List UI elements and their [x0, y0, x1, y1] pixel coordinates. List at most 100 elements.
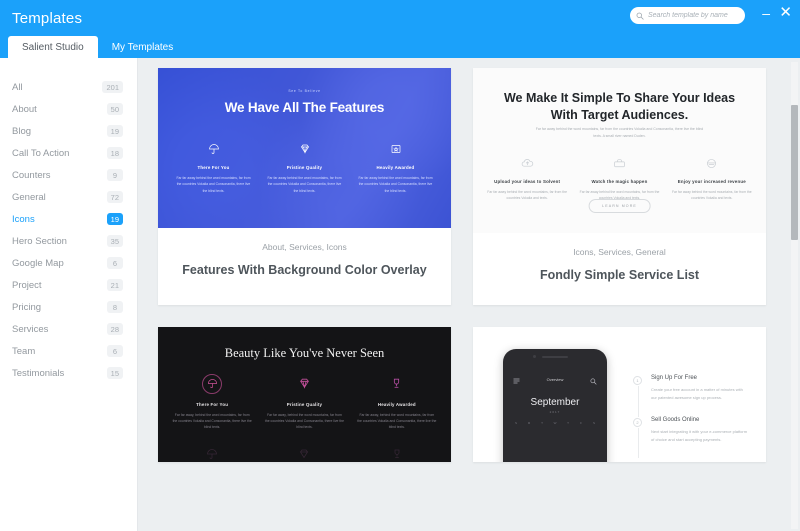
- sidebar-item-google-map[interactable]: Google Map 6: [0, 252, 137, 274]
- template-card-phone-steps[interactable]: Overview September 2017 S M T W T F S 1 …: [473, 326, 766, 462]
- sidebar-item-team[interactable]: Team 6: [0, 340, 137, 362]
- diamond-icon: [264, 373, 344, 395]
- sidebar-item-general[interactable]: General 72: [0, 186, 137, 208]
- vertical-scrollbar[interactable]: [791, 62, 798, 529]
- thumb-column-title: Enjoy your increased revenue: [677, 179, 746, 184]
- sidebar-item-label: Blog: [12, 125, 32, 137]
- sidebar-item-label: Google Map: [12, 257, 64, 269]
- sidebar-item-label: Pricing: [12, 301, 42, 313]
- tab-salient-studio[interactable]: Salient Studio: [8, 36, 98, 58]
- thumb-column-title: There For You: [197, 165, 230, 170]
- sidebar-item-pricing[interactable]: Pricing 8: [0, 296, 137, 318]
- learn-more-button[interactable]: LEARN MORE: [588, 199, 651, 213]
- diamond-icon: [264, 443, 344, 462]
- sidebar-item-count: 15: [106, 367, 123, 379]
- thumb-eyebrow: See To Believe: [288, 89, 321, 93]
- templates-window: Templates – ✕ Salient Studio My Template…: [0, 0, 800, 531]
- tab-bar: Salient Studio My Templates: [8, 36, 187, 58]
- sidebar-item-hero-section[interactable]: Hero Section 35: [0, 230, 137, 252]
- template-grid-area[interactable]: Icons See To Believe We Have All The Fea…: [138, 58, 800, 531]
- search-input[interactable]: [648, 12, 739, 19]
- thumb-column-desc: Far far away behind the word mountains, …: [358, 176, 433, 193]
- card-caption: About, Services, Icons Features With Bac…: [158, 228, 451, 300]
- diamond-icon: [265, 140, 344, 158]
- step-title: Sign Up For Free: [651, 374, 698, 381]
- template-grid: Icons See To Believe We Have All The Fea…: [138, 58, 788, 462]
- step-description: Next start integrating it with your e-co…: [651, 428, 748, 442]
- search-box[interactable]: [630, 7, 745, 24]
- sidebar-item-label: General: [12, 191, 46, 203]
- thumb-column-title: Pristine Quality: [286, 165, 323, 170]
- sidebar-item-services[interactable]: Services 28: [0, 318, 137, 340]
- sidebar-item-about[interactable]: About 50: [0, 98, 137, 120]
- template-card-features-overlay[interactable]: See To Believe We Have All The Features …: [158, 68, 451, 305]
- thumb-subheading: Far far away behind the word mountains, …: [535, 127, 704, 138]
- sidebar-item-call-to-action[interactable]: Call To Action 18: [0, 142, 137, 164]
- sidebar-item-count: 6: [107, 257, 123, 269]
- sidebar-item-label: About: [12, 103, 37, 115]
- sidebar-item-label: Hero Section: [12, 235, 67, 247]
- trophy-icon: [357, 443, 437, 462]
- step-item: 2 Sell Goods Online Next start integrati…: [633, 417, 748, 459]
- template-card-beauty[interactable]: Beauty Like You've Never Seen There For: [158, 326, 451, 462]
- close-button[interactable]: ✕: [779, 5, 792, 20]
- sidebar-item-label: Counters: [12, 169, 51, 181]
- calendar-grid: S M T W T F S: [512, 421, 598, 453]
- sidebar-item-testimonials[interactable]: Testimonials 15: [0, 362, 137, 384]
- sidebar-item-count: 19: [106, 213, 123, 225]
- phone-mockup: Overview September 2017 S M T W T F S: [503, 348, 607, 462]
- sidebar-item-count: 19: [106, 125, 123, 137]
- card-tags: Icons, Services, General: [573, 247, 666, 257]
- scrollbar-thumb[interactable]: [791, 105, 798, 240]
- calendar-weekday: F: [580, 420, 582, 425]
- template-thumbnail: Overview September 2017 S M T W T F S 1 …: [473, 326, 766, 462]
- sidebar-item-count: 18: [106, 147, 123, 159]
- thumb-column-desc: Far far away behind the word mountains, …: [267, 176, 342, 193]
- template-card-service-list[interactable]: We Make It Simple To Share Your Ideas Wi…: [473, 68, 766, 305]
- category-sidebar: All 201 About 50 Blog 19 Call To Action …: [0, 58, 138, 531]
- card-tags: About, Services, Icons: [262, 242, 347, 252]
- step-connector: [637, 385, 639, 417]
- thumb-column: Enjoy your increased revenue Far far awa…: [666, 154, 758, 202]
- sidebar-item-count: 35: [106, 235, 123, 247]
- thumb-columns: Upload your ideas to Solvent Far far awa…: [481, 154, 758, 202]
- calendar-weekday: S: [514, 420, 517, 425]
- card-caption: Icons, Services, General Fondly Simple S…: [473, 233, 766, 305]
- tab-my-templates[interactable]: My Templates: [98, 36, 188, 58]
- coin-icon: [672, 154, 752, 172]
- sidebar-item-all[interactable]: All 201: [0, 76, 137, 98]
- thumb-column-desc: Far far away behind the word mountains, …: [176, 176, 251, 193]
- step-item: 1 Sign Up For Free Create your free acco…: [633, 375, 748, 417]
- search-icon: [636, 12, 644, 20]
- page-title: Templates: [12, 10, 83, 27]
- sidebar-item-counters[interactable]: Counters 9: [0, 164, 137, 186]
- calendar-weekday: T: [541, 420, 543, 425]
- sidebar-item-label: All: [12, 81, 23, 93]
- sidebar-item-count: 21: [106, 279, 123, 291]
- thumb-column-title: There For You: [196, 401, 229, 407]
- award-icon: [356, 140, 435, 158]
- thumb-column-desc: Far far away, behind the word mountains,…: [172, 412, 252, 430]
- thumb-column-title: Heavily Awarded: [377, 401, 416, 407]
- sidebar-item-label: Icons: [12, 213, 35, 225]
- sidebar-item-label: Team: [12, 345, 36, 357]
- step-description: Create your free account in a matter of …: [651, 386, 743, 401]
- template-thumbnail: Beauty Like You've Never Seen There For: [158, 326, 451, 462]
- thumb-column: Pristine Quality Far far away behind the…: [259, 140, 350, 194]
- search-icon: [590, 378, 597, 385]
- sidebar-item-icons[interactable]: Icons 19: [0, 208, 137, 230]
- umbrella-icon: [174, 140, 253, 158]
- calendar-weekday: W: [553, 420, 557, 425]
- template-thumbnail: We Make It Simple To Share Your Ideas Wi…: [473, 68, 766, 233]
- minimize-button[interactable]: –: [762, 6, 770, 20]
- sidebar-item-label: Project: [12, 279, 42, 291]
- phone-header-title: Overview: [546, 377, 564, 383]
- sidebar-item-blog[interactable]: Blog 19: [0, 120, 137, 142]
- card-title: Features With Background Color Overlay: [182, 263, 427, 277]
- sidebar-item-count: 72: [106, 191, 123, 203]
- sidebar-item-label: Services: [12, 323, 49, 335]
- sidebar-item-project[interactable]: Project 21: [0, 274, 137, 296]
- thumb-column-title: Watch the magic happen: [591, 179, 648, 184]
- calendar-weekday: T: [567, 420, 569, 425]
- thumb-column: Upload your ideas to Solvent Far far awa…: [481, 154, 573, 202]
